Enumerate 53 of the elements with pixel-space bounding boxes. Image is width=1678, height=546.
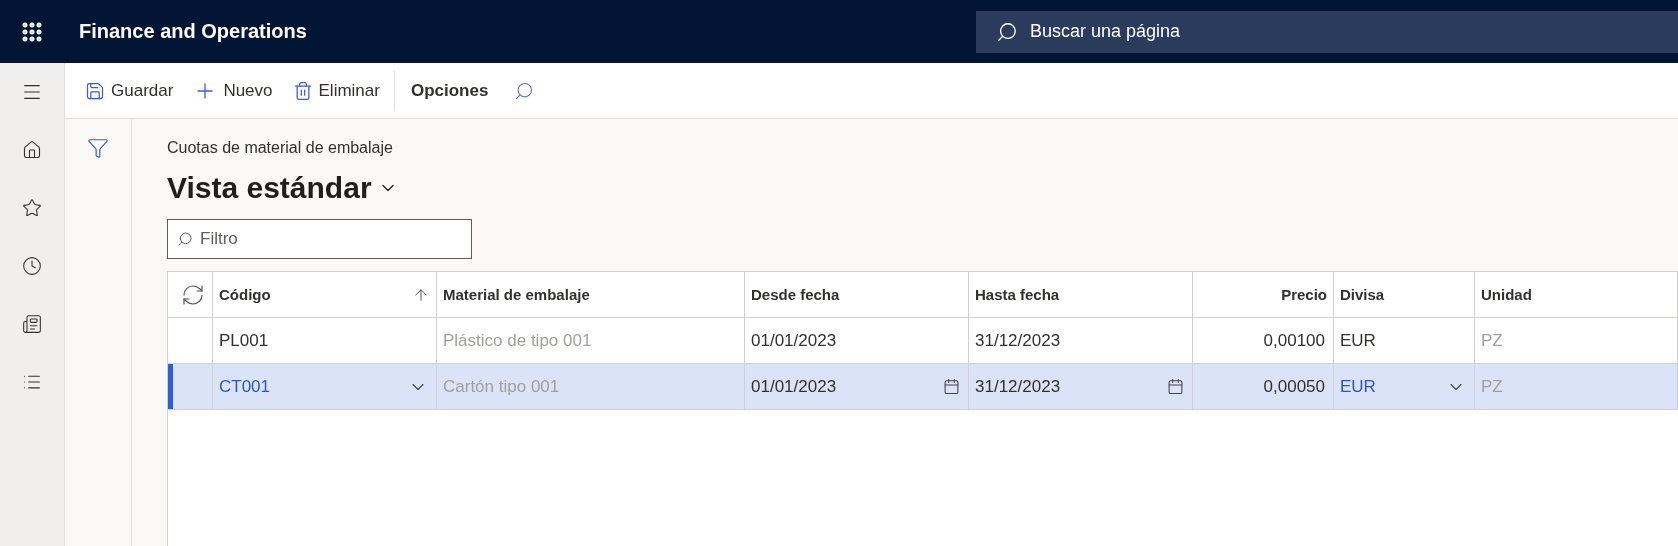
home-icon <box>22 140 42 160</box>
page-caption: Cuotas de material de embalaje <box>167 139 393 157</box>
table-cell: 01/01/2023 <box>751 330 837 351</box>
table-cell: EUR <box>1340 330 1376 351</box>
column-header-label: Código <box>219 286 271 303</box>
column-header[interactable]: Código <box>213 272 437 317</box>
save-button[interactable]: Guardar <box>75 70 184 111</box>
app-title: Finance and Operations <box>79 20 307 43</box>
table-cell: PZ <box>1481 376 1503 397</box>
clock-icon <box>22 256 42 276</box>
column-header[interactable]: Precio <box>1193 272 1334 317</box>
new-button[interactable]: Nuevo <box>183 70 283 111</box>
column-header[interactable]: Material de embalaje <box>437 272 745 317</box>
trash-icon <box>292 80 313 101</box>
table-cell: PL001 <box>219 330 269 351</box>
search-icon <box>514 80 535 101</box>
search-icon <box>996 20 1018 43</box>
save-icon <box>85 80 105 101</box>
table-cell: Cartón tipo 001 <box>443 376 560 397</box>
refresh-icon <box>180 282 205 307</box>
column-header[interactable]: Divisa <box>1334 272 1475 317</box>
column-header-label: Hasta fecha <box>975 286 1060 303</box>
delete-button[interactable]: Eliminar <box>282 70 390 111</box>
table-cell: EUR <box>1340 376 1376 397</box>
star-icon <box>22 198 42 218</box>
search-icon <box>177 231 193 247</box>
filter-field[interactable]: Filtro <box>167 219 472 259</box>
table-row[interactable]: PL001 Plástico de tipo 001 01/01/2023 31/12/2023 0,00100 EUR PZ <box>168 318 1678 364</box>
search-field[interactable]: Buscar una página <box>976 10 1678 53</box>
options-tab[interactable]: Opciones <box>398 70 501 111</box>
table-cell: 0,00050 <box>1263 376 1325 397</box>
table-cell: 0,00100 <box>1263 330 1325 351</box>
column-header-label: Material de embalaje <box>443 286 590 303</box>
workspace-icon <box>22 314 42 334</box>
column-header[interactable]: Unidad <box>1475 272 1678 317</box>
calendar-icon[interactable] <box>1167 378 1184 395</box>
column-header[interactable]: Desde fecha <box>745 272 969 317</box>
table-cell: PZ <box>1481 330 1503 351</box>
filter-icon <box>87 137 109 159</box>
table-cell: 31/12/2023 <box>975 330 1061 351</box>
column-header-label: Divisa <box>1340 286 1385 303</box>
column-header-label: Unidad <box>1481 286 1532 303</box>
column-header-label: Precio <box>1281 286 1327 303</box>
table-cell: 01/01/2023 <box>751 376 837 397</box>
table-row[interactable]: CT001 Cartón tipo 001 01/01/2023 31/12/2023 0,00050 EUR PZ <box>168 364 1678 410</box>
table-cell: 31/12/2023 <box>975 376 1061 397</box>
column-header-label: Desde fecha <box>751 286 840 303</box>
refresh-button[interactable] <box>180 282 205 307</box>
table-cell: Plástico de tipo 001 <box>443 330 592 351</box>
view-selector[interactable]: Vista estándar <box>167 171 398 205</box>
calendar-icon[interactable] <box>943 378 960 395</box>
table-cell: CT001 <box>219 376 271 397</box>
column-header[interactable]: Hasta fecha <box>969 272 1193 317</box>
